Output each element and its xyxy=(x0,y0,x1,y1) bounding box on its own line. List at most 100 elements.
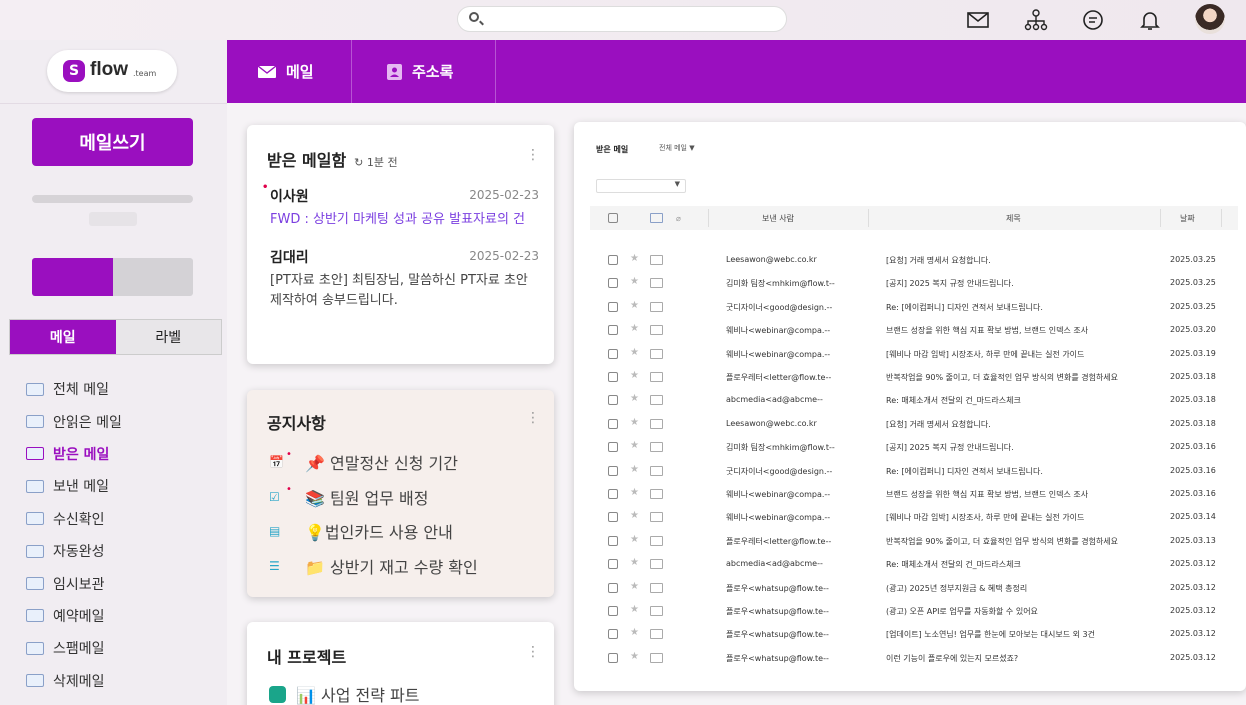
sidebar-item-folder[interactable]: 전체 메일 xyxy=(26,373,122,405)
more-icon[interactable]: ⋮ xyxy=(526,147,540,163)
star-icon[interactable]: ★ xyxy=(630,323,639,334)
mail-icon[interactable] xyxy=(966,8,990,32)
star-icon[interactable]: ★ xyxy=(630,604,639,615)
row-checkbox[interactable] xyxy=(608,372,618,382)
org-chart-icon[interactable] xyxy=(1024,8,1048,32)
row-subject[interactable]: Re: [에이컴퍼니] 디자인 견적서 보내드립니다. xyxy=(886,302,1168,313)
sidebar-item-folder[interactable]: 스팸메일 xyxy=(26,632,122,664)
row-subject[interactable]: 이런 기능이 플로우에 있는지 모르셨죠? xyxy=(886,653,1168,664)
table-row[interactable]: ★ 웨비나<webinar@compa.-- [웨비나 마감 임박] 시장조사, 하… xyxy=(590,506,1238,529)
column-date[interactable]: 날짜 xyxy=(1180,206,1195,230)
table-row[interactable]: ★ 플로우<whatsup@flow.te-- 이런 기능이 플로우에 있는지 모르… xyxy=(590,647,1238,670)
row-subject[interactable]: [웨비나 마감 임박] 시장조사, 하루 만에 끝내는 실전 가이드 xyxy=(886,512,1168,523)
row-checkbox[interactable] xyxy=(608,535,618,546)
row-subject[interactable]: (광고) 2025년 정부지원금 & 혜택 총정리 xyxy=(886,583,1168,594)
table-row[interactable]: ★ 플로우<whatsup@flow.te-- (광고) 2025년 정부지원금 &… xyxy=(590,577,1238,600)
row-subject[interactable]: [공지] 2025 복지 규정 안내드립니다. xyxy=(886,442,1168,453)
star-icon[interactable]: ★ xyxy=(630,393,639,404)
row-checkbox[interactable] xyxy=(608,559,618,570)
row-checkbox[interactable] xyxy=(608,278,618,289)
star-icon[interactable]: ★ xyxy=(630,276,639,287)
sidebar-item-folder[interactable]: 삭제메일 xyxy=(26,665,122,697)
mail-filter-dropdown[interactable]: 전체 메일 ▼ xyxy=(659,143,695,153)
row-subject[interactable]: 브랜드 성장을 위한 핵심 지표 확보 방법, 브랜드 인덱스 조사 xyxy=(886,489,1168,500)
table-row[interactable]: ★ Leesawon@webc.co.kr [요청] 거래 명세서 요청합니다. 20… xyxy=(590,249,1238,272)
flow-logo[interactable]: S flow .team xyxy=(47,50,177,92)
more-icon[interactable]: ⋮ xyxy=(526,644,540,660)
table-row[interactable]: ★ 김미화 팀장<mhkim@flow.t-- [공지] 2025 복지 규정 안내… xyxy=(590,436,1238,459)
star-icon[interactable]: ★ xyxy=(630,253,639,264)
table-row[interactable]: ★ Leesawon@webc.co.kr [요청] 거래 명세서 요청합니다. 20… xyxy=(590,413,1238,436)
notice-item[interactable]: ☰ 📁 상반기 재고 수량 확인 xyxy=(269,554,478,578)
table-row[interactable]: ★ 플로우레터<letter@flow.te-- 반복작업을 90% 줄이고, 더 … xyxy=(590,366,1238,389)
row-checkbox[interactable] xyxy=(608,255,618,265)
star-icon[interactable]: ★ xyxy=(630,347,639,358)
star-icon[interactable]: ★ xyxy=(630,557,639,568)
search-input[interactable] xyxy=(457,6,787,32)
message-preview[interactable]: [PT자료 초안] 최팀장님, 말씀하신 PT자료 초안 제작하여 송부드립니다… xyxy=(270,271,540,311)
star-icon[interactable]: ★ xyxy=(630,510,639,521)
project-item[interactable]: 📊 사업 전략 파트 xyxy=(269,682,420,705)
column-sender[interactable]: 보낸 사람 xyxy=(762,206,794,230)
row-checkbox[interactable] xyxy=(608,652,618,663)
star-icon[interactable]: ★ xyxy=(630,440,639,451)
row-checkbox[interactable] xyxy=(608,606,618,616)
sidebar-item-folder[interactable]: 임시보관 xyxy=(26,567,122,599)
sidebar-item-folder[interactable]: 자동완성 xyxy=(26,535,122,567)
message-sender[interactable]: • 이사원 xyxy=(262,182,309,206)
star-icon[interactable]: ★ xyxy=(630,464,639,475)
table-row[interactable]: ★ 굿디자이너<good@design.-- Re: [에이컴퍼니] 디자인 견적서… xyxy=(590,296,1238,319)
star-icon[interactable]: ★ xyxy=(630,534,639,545)
row-subject[interactable]: Re: [에이컴퍼니] 디자인 견적서 보내드립니다. xyxy=(886,466,1168,477)
table-row[interactable]: ★ 김미화 팀장<mhkim@flow.t-- [공지] 2025 복지 규정 안내… xyxy=(590,272,1238,295)
notice-item[interactable]: 📅 • 📌 연말정산 신청 기간 xyxy=(269,449,458,474)
row-checkbox[interactable] xyxy=(608,325,618,336)
table-row[interactable]: ★ abcmedia<ad@abcme-- Re: 매체소개서 전달의 건_마드라스… xyxy=(590,389,1238,412)
table-row[interactable]: ★ 플로우<whatsup@flow.te-- [업데이트] 노소연님! 업무를 한… xyxy=(590,623,1238,646)
row-checkbox[interactable] xyxy=(608,301,618,312)
row-checkbox[interactable] xyxy=(608,465,618,476)
mail-select-dropdown[interactable]: ▼ xyxy=(596,179,686,193)
table-row[interactable]: ★ 플로우레터<letter@flow.te-- 반복작업을 90% 줄이고, 더 … xyxy=(590,530,1238,553)
row-subject[interactable]: [요청] 거래 명세서 요청합니다. xyxy=(886,255,1168,266)
sidebar-item-folder[interactable]: 보낸 메일 xyxy=(26,470,122,502)
table-row[interactable]: ★ 웨비나<webinar@compa.-- 브랜드 성장을 위한 핵심 지표 확보… xyxy=(590,319,1238,342)
star-icon[interactable]: ★ xyxy=(630,370,639,381)
row-subject[interactable]: [업데이트] 노소연님! 업무를 한눈에 모아보는 대시보드 외 3건 xyxy=(886,629,1168,640)
row-checkbox[interactable] xyxy=(608,512,618,523)
table-row[interactable]: ★ 웨비나<webinar@compa.-- [웨비나 마감 임박] 시장조사, 하… xyxy=(590,343,1238,366)
column-subject[interactable]: 제목 xyxy=(1006,206,1021,230)
sidebar-tab-mail[interactable]: 메일 xyxy=(10,320,116,354)
table-row[interactable]: ★ 플로우<whatsup@flow.te-- (광고) 오픈 API로 업무를 자… xyxy=(590,600,1238,623)
star-icon[interactable]: ★ xyxy=(630,300,639,311)
more-icon[interactable]: ⋮ xyxy=(526,410,540,426)
row-subject[interactable]: Re: 매체소개서 전달의 건_마드라스체크 xyxy=(886,559,1168,570)
message-sender[interactable]: 김대리 xyxy=(270,247,309,267)
bell-icon[interactable] xyxy=(1138,8,1162,32)
sidebar-item-folder[interactable]: 예약메일 xyxy=(26,600,122,632)
row-checkbox[interactable] xyxy=(608,629,618,640)
message-preview[interactable]: FWD : 상반기 마케팅 성과 공유 발표자료의 건 xyxy=(270,210,540,230)
row-subject[interactable]: 반복작업을 90% 줄이고, 더 효율적인 업무 방식의 변화를 경험하세요 xyxy=(886,536,1168,547)
table-row[interactable]: ★ 굿디자이너<good@design.-- Re: [에이컴퍼니] 디자인 견적서… xyxy=(590,460,1238,483)
star-icon[interactable]: ★ xyxy=(630,487,639,498)
star-icon[interactable]: ★ xyxy=(630,581,639,592)
row-subject[interactable]: [요청] 거래 명세서 요청합니다. xyxy=(886,419,1168,430)
row-checkbox[interactable] xyxy=(608,395,618,406)
row-subject[interactable]: 반복작업을 90% 줄이고, 더 효율적인 업무 방식의 변화를 경험하세요 xyxy=(886,372,1168,383)
row-subject[interactable]: [웨비나 마감 임박] 시장조사, 하루 만에 끝내는 실전 가이드 xyxy=(886,349,1168,360)
sidebar-tab-label[interactable]: 라벨 xyxy=(116,320,222,354)
tab-mail[interactable]: 메일 xyxy=(258,40,314,103)
star-icon[interactable]: ★ xyxy=(630,627,639,638)
sidebar-item-folder[interactable]: 받은 메일 xyxy=(26,438,122,470)
sidebar-item-folder[interactable]: 안읽은 메일 xyxy=(26,405,122,437)
row-checkbox[interactable] xyxy=(608,582,618,593)
notice-item[interactable]: ▤ 💡법인카드 사용 안내 xyxy=(269,519,453,543)
row-checkbox[interactable] xyxy=(608,442,618,453)
refresh-icon[interactable]: ↻ 1분 전 xyxy=(354,156,397,169)
row-subject[interactable]: [공지] 2025 복지 규정 안내드립니다. xyxy=(886,278,1168,289)
table-row[interactable]: ★ 웨비나<webinar@compa.-- 브랜드 성장을 위한 핵심 지표 확보… xyxy=(590,483,1238,506)
row-subject[interactable]: Re: 매체소개서 전달의 건_마드라스체크 xyxy=(886,395,1168,406)
sidebar-item-folder[interactable]: 수신확인 xyxy=(26,503,122,535)
row-checkbox[interactable] xyxy=(608,489,618,499)
